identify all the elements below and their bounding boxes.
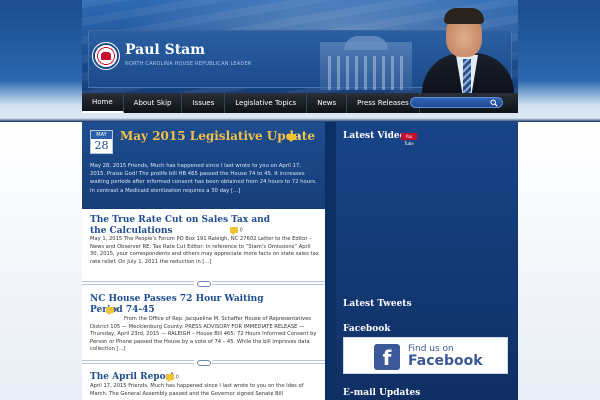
email-updates-heading: E-mail Updates	[343, 388, 421, 398]
featured-post-title[interactable]: May 2015 Legislative Update	[120, 129, 315, 143]
date-day: 28	[94, 139, 109, 152]
elephant-icon	[101, 52, 111, 60]
nav-item-about-skip[interactable]: About Skip	[124, 93, 183, 113]
post-comment-count[interactable]: 0	[230, 227, 243, 235]
comment-icon	[106, 307, 114, 315]
portrait-tie	[463, 59, 471, 93]
comment-count: 0	[239, 227, 243, 234]
post-excerpt: From the Office of Rep. Jacqueline M. Sc…	[90, 316, 317, 353]
portrait-photo	[412, 5, 518, 93]
post-excerpt: May 1, 2015 The People’s Forum PO Box 19…	[90, 236, 319, 265]
comment-icon	[288, 134, 296, 142]
right-gutter	[518, 122, 600, 400]
post-comment-count[interactable]: 0	[106, 307, 119, 315]
featured-post-excerpt: May 28, 2015 Friends, Much has happened …	[90, 163, 317, 194]
portrait-hair	[444, 8, 484, 24]
sidebar: Latest Video You Tube Latest Tweets Face…	[336, 122, 518, 400]
post-title[interactable]: The April Report	[90, 372, 280, 383]
divider-ornament	[194, 280, 212, 287]
search-box	[410, 97, 503, 117]
comment-count: 0	[297, 134, 301, 141]
post-title[interactable]: The True Rate Cut on Sales Tax and the C…	[90, 215, 280, 236]
post-excerpt: April 17, 2015 Friends, Much has happene…	[90, 383, 304, 397]
latest-tweets-heading: Latest Tweets	[343, 299, 412, 309]
facebook-heading: Facebook	[343, 324, 391, 334]
date-month: MAY	[91, 131, 112, 139]
comment-count: 0	[175, 374, 179, 381]
main-content: MAY 28 May 2015 Legislative Update 0 May…	[82, 122, 325, 400]
search-input[interactable]	[411, 107, 491, 117]
nav-item-issues[interactable]: Issues	[182, 93, 226, 113]
site-subtitle: NORTH CAROLINA HOUSE REPUBLICAN LEADER	[125, 61, 252, 67]
nav-item-news[interactable]: News	[307, 93, 348, 113]
facebook-brand-label: Facebook	[408, 353, 483, 369]
facebook-button[interactable]: f Find us on Facebook	[343, 337, 508, 374]
nav-item-legislative-topics[interactable]: Legislative Topics	[225, 93, 308, 113]
comment-icon	[230, 227, 238, 235]
youtube-icon[interactable]: You Tube	[401, 133, 417, 146]
nav-item-home[interactable]: Home	[82, 93, 124, 113]
nav-item-press-releases[interactable]: Press Releases	[347, 93, 420, 113]
post-comment-count[interactable]: 0	[166, 374, 179, 382]
latest-video-heading: Latest Video	[343, 131, 406, 141]
search-icon[interactable]	[490, 99, 498, 107]
capitol-columns-image	[328, 56, 404, 90]
left-gutter	[0, 122, 82, 400]
date-badge: MAY 28	[90, 130, 113, 154]
site-header: Paul Stam NORTH CAROLINA HOUSE REPUBLICA…	[82, 0, 518, 93]
facebook-icon: f	[374, 344, 400, 370]
divider-ornament	[194, 359, 212, 366]
featured-post: MAY 28 May 2015 Legislative Update 0 May…	[82, 122, 325, 209]
featured-comment-count[interactable]: 0	[288, 134, 301, 142]
site-title[interactable]: Paul Stam	[125, 42, 205, 58]
comment-count: 0	[115, 307, 119, 314]
comment-icon	[166, 374, 174, 382]
